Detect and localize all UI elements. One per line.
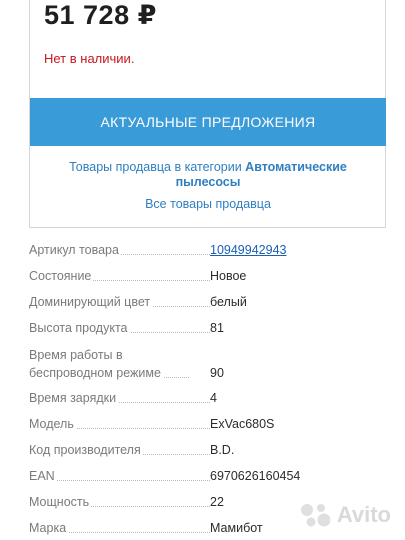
spec-row: Артикул товара 10949942943: [29, 242, 389, 259]
spec-value: 81: [210, 321, 224, 335]
spec-label: Код производителя: [29, 441, 210, 459]
spec-label: Мощность: [29, 493, 210, 511]
spec-value: белый: [210, 295, 247, 309]
spec-label: EAN: [29, 467, 210, 485]
spec-value: ExVac680S: [210, 417, 275, 431]
spec-value: 6970626160454: [210, 469, 301, 483]
spec-value: 90: [210, 366, 224, 380]
stock-status: Нет в наличии.: [44, 51, 135, 66]
price: 51 728 ₽: [44, 0, 157, 30]
spec-label: Состояние: [29, 267, 210, 285]
avito-watermark-text: Avito: [336, 502, 391, 527]
spec-row: Высота продукта 81: [29, 320, 389, 337]
spec-row: Код производителя B.D.: [29, 442, 389, 459]
spec-label: Время работы в беспроводном режиме: [29, 346, 189, 382]
avito-logo-icon: [300, 504, 331, 527]
spec-label: Артикул товара: [29, 241, 210, 259]
product-card: 51 728 ₽ Нет в наличии. АКТУАЛЬНЫЕ ПРЕДЛ…: [29, 0, 386, 228]
spec-value-sku[interactable]: 10949942943: [210, 241, 389, 259]
avito-watermark: Avito: [299, 502, 391, 528]
all-seller-goods-link[interactable]: Все товары продавца: [30, 197, 386, 211]
spec-label: Марка: [29, 519, 210, 537]
current-offers-button[interactable]: АКТУАЛЬНЫЕ ПРЕДЛОЖЕНИЯ: [30, 98, 386, 146]
spec-row: Время зарядки 4: [29, 390, 389, 407]
spec-label: Высота продукта: [29, 319, 210, 337]
spec-label: Время зарядки: [29, 389, 210, 407]
spec-row: Модель ExVac680S: [29, 416, 389, 433]
spec-row: EAN 6970626160454: [29, 468, 389, 485]
spec-value: Новое: [210, 269, 247, 283]
spec-label: Доминирующий цвет: [29, 293, 210, 311]
spec-label: Модель: [29, 415, 210, 433]
spec-row: Состояние Новое: [29, 268, 389, 285]
spec-row: Доминирующий цвет белый: [29, 294, 389, 311]
spec-row: Время работы в беспроводном режиме 90: [29, 346, 389, 382]
seller-category-link[interactable]: Товары продавца в категории Автоматическ…: [50, 160, 366, 190]
spec-value: 4: [210, 391, 217, 405]
specs-list: Артикул товара 10949942943 Состояние Нов…: [29, 242, 389, 537]
seller-category-prefix: Товары продавца в категории: [69, 160, 246, 174]
spec-value: B.D.: [210, 443, 235, 457]
